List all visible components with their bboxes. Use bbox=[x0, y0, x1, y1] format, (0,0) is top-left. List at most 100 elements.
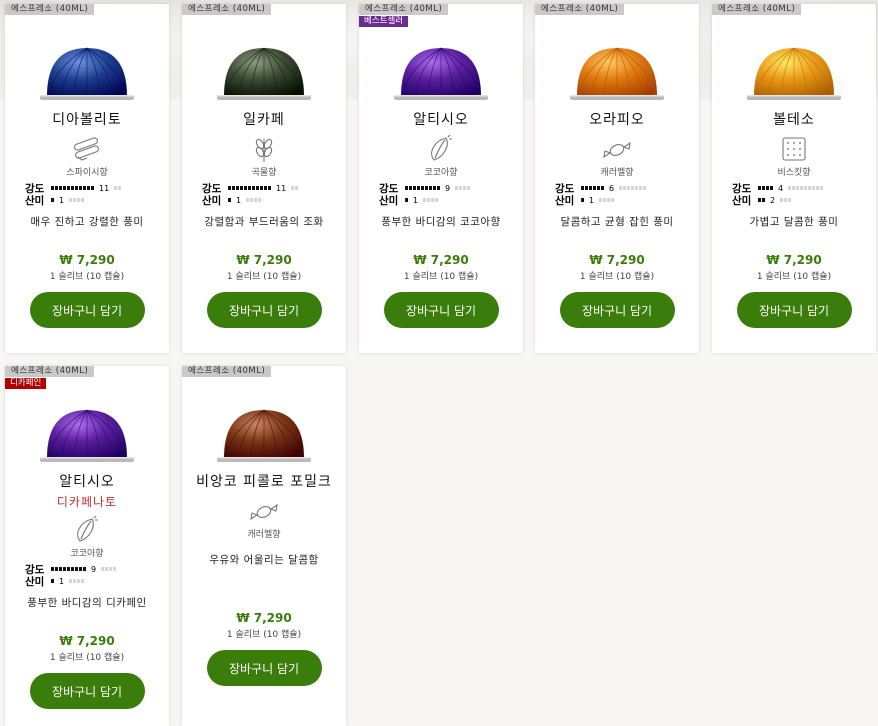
product-name: 비앙코 피콜로 포밀크 bbox=[196, 474, 332, 490]
acidity-label: 산미 bbox=[25, 575, 45, 588]
product-price: ₩ 7,290 bbox=[236, 611, 292, 625]
acidity-segment-filled bbox=[581, 198, 584, 202]
intensity-segment-empty bbox=[109, 567, 113, 571]
product-card-orafio: 에스프레소 (40ML) 오라피오 캐러멜향 강도 6 산미 1 달콤하고 균형 잡… bbox=[535, 4, 699, 353]
intensity-segment-empty bbox=[627, 186, 631, 190]
intensity-segment-filled bbox=[585, 186, 588, 190]
product-price: ₩ 7,290 bbox=[766, 253, 822, 267]
acidity-segment-empty bbox=[69, 579, 73, 583]
acidity-segment-empty bbox=[258, 198, 262, 202]
capsule-image bbox=[40, 47, 134, 100]
intensity-segment-filled bbox=[232, 186, 235, 190]
acidity-label: 산미 bbox=[379, 194, 399, 207]
product-name: 알티시오 bbox=[413, 112, 469, 128]
acidity-segment-empty bbox=[423, 198, 427, 202]
acidity-bars: 1 bbox=[581, 196, 615, 205]
intensity-segment-filled bbox=[252, 186, 255, 190]
product-card-altissio-decaf: 에스프레소 (40ML) 디카페인 알티시오 디카페나토 코코아향 강도 9 산미… bbox=[5, 366, 169, 726]
capsule-image bbox=[217, 409, 311, 462]
intensity-segment-filled bbox=[589, 186, 592, 190]
intensity-segment-filled bbox=[63, 186, 66, 190]
aroma-label: 코코아향 bbox=[70, 549, 104, 559]
product-description: 풍부한 바디감의 디카페인 bbox=[27, 597, 147, 609]
intensity-segment-empty bbox=[800, 186, 804, 190]
add-to-cart-button[interactable]: 장바구니 담기 bbox=[383, 292, 499, 328]
product-description: 우유와 어울리는 달콤함 bbox=[209, 554, 319, 566]
product-name: 볼테소 bbox=[773, 112, 815, 128]
intensity-segment-filled bbox=[758, 186, 761, 190]
add-to-cart-button[interactable]: 장바구니 담기 bbox=[206, 650, 322, 686]
intensity-segment-filled bbox=[79, 186, 82, 190]
intensity-bars: 6 bbox=[581, 183, 647, 193]
product-name: 알티시오 bbox=[59, 474, 115, 490]
acidity-segment-empty bbox=[788, 198, 792, 202]
intensity-segment-filled bbox=[71, 186, 74, 190]
aroma-label: 곡물향 bbox=[251, 168, 277, 178]
intensity-segment-empty bbox=[463, 186, 467, 190]
product-description: 달콤하고 균형 잡힌 풍미 bbox=[560, 216, 674, 228]
intensity-segment-filled bbox=[405, 186, 408, 190]
intensity-segment-filled bbox=[91, 186, 94, 190]
intensity-segment-filled bbox=[593, 186, 596, 190]
intensity-segment-empty bbox=[792, 186, 796, 190]
size-tag: 에스프레소 (40ML) bbox=[359, 4, 449, 15]
intensity-segment-filled bbox=[264, 186, 267, 190]
acidity-label: 산미 bbox=[732, 194, 752, 207]
acidity-bars: 1 bbox=[228, 196, 262, 205]
intensity-segment-empty bbox=[455, 186, 459, 190]
acidity-value: 1 bbox=[413, 195, 419, 205]
acidity-segment-empty bbox=[246, 198, 250, 202]
intensity-segment-empty bbox=[623, 186, 627, 190]
decaf-badge: 디카페인 bbox=[5, 378, 47, 389]
acidity-segment-empty bbox=[427, 198, 431, 202]
product-price: ₩ 7,290 bbox=[236, 253, 292, 267]
acidity-segment-empty bbox=[77, 579, 81, 583]
add-to-cart-button[interactable]: 장바구니 담기 bbox=[206, 292, 322, 328]
intensity-value: 6 bbox=[609, 183, 615, 193]
size-tag: 에스프레소 (40ML) bbox=[182, 4, 272, 15]
intensity-segment-empty bbox=[812, 186, 816, 190]
intensity-segment-filled bbox=[67, 186, 70, 190]
intensity-segment-filled bbox=[429, 186, 432, 190]
acidity-segment-filled bbox=[51, 198, 54, 202]
product-card-altissio: 에스프레소 (40ML) 베스트셀러 알티시오 코코아향 강도 9 산미 1 풍부한… bbox=[359, 4, 523, 353]
spice-icon bbox=[73, 137, 100, 161]
intensity-segment-filled bbox=[55, 567, 58, 571]
capsule-image bbox=[394, 47, 488, 100]
intensity-segment-filled bbox=[766, 186, 769, 190]
intensity-segment-empty bbox=[114, 186, 118, 190]
intensity-segment-empty bbox=[291, 186, 295, 190]
add-to-cart-button[interactable]: 장바구니 담기 bbox=[559, 292, 675, 328]
intensity-segment-empty bbox=[619, 186, 623, 190]
intensity-segment-filled bbox=[260, 186, 263, 190]
intensity-segment-filled bbox=[244, 186, 247, 190]
acidity-segment-empty bbox=[784, 198, 788, 202]
acidity-segment-empty bbox=[250, 198, 254, 202]
acidity-segment-empty bbox=[431, 198, 435, 202]
add-to-cart-button[interactable]: 장바구니 담기 bbox=[736, 292, 852, 328]
intensity-segment-filled bbox=[51, 186, 54, 190]
aroma-label: 스파이시향 bbox=[66, 168, 108, 178]
size-tag: 에스프레소 (40ML) bbox=[712, 4, 802, 15]
bestseller-badge: 베스트셀러 bbox=[359, 16, 409, 27]
intensity-segment-empty bbox=[643, 186, 647, 190]
intensity-segment-filled bbox=[67, 567, 70, 571]
intensity-segment-empty bbox=[816, 186, 820, 190]
acidity-value: 1 bbox=[59, 576, 65, 586]
intensity-segment-filled bbox=[228, 186, 231, 190]
product-unit: 1 슬리브 (10 캡슐) bbox=[49, 272, 125, 282]
intensity-bars: 11 bbox=[51, 183, 122, 193]
acidity-segment-filled bbox=[758, 198, 761, 202]
add-to-cart-button[interactable]: 장바구니 담기 bbox=[29, 673, 145, 709]
intensity-segment-filled bbox=[770, 186, 773, 190]
intensity-segment-filled bbox=[236, 186, 239, 190]
intensity-segment-empty bbox=[804, 186, 808, 190]
acidity-segment-empty bbox=[254, 198, 258, 202]
acidity-segment-empty bbox=[435, 198, 439, 202]
intensity-segment-filled bbox=[256, 186, 259, 190]
product-price: ₩ 7,290 bbox=[59, 634, 115, 648]
intensity-value: 11 bbox=[99, 183, 110, 193]
add-to-cart-button[interactable]: 장바구니 담기 bbox=[29, 292, 145, 328]
size-tag: 에스프레소 (40ML) bbox=[182, 366, 272, 377]
product-name: 오라피오 bbox=[589, 112, 645, 128]
